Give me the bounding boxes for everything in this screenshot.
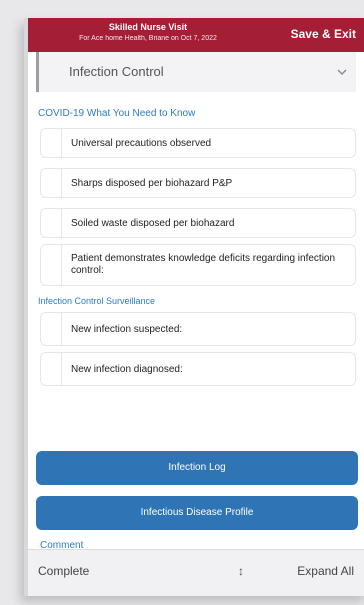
checkbox[interactable] bbox=[41, 129, 62, 157]
surveillance-item-suspected[interactable]: New infection suspected: bbox=[40, 312, 356, 346]
checklist-item-sharps-disposed[interactable]: Sharps disposed per biohazard P&P bbox=[40, 168, 356, 198]
section-header-infection-control[interactable]: Infection Control bbox=[36, 52, 356, 92]
infectious-disease-profile-button[interactable]: Infectious Disease Profile bbox=[36, 496, 358, 530]
checkbox[interactable] bbox=[41, 245, 62, 285]
checkbox-label: New infection diagnosed: bbox=[71, 364, 183, 375]
expand-all-button[interactable]: Expand All bbox=[297, 564, 354, 578]
section-title: Infection Control bbox=[69, 64, 164, 79]
checkbox[interactable] bbox=[41, 353, 62, 385]
surveillance-item-diagnosed[interactable]: New infection diagnosed: bbox=[40, 352, 356, 386]
checkbox-label: Patient demonstrates knowledge deficits … bbox=[71, 253, 336, 276]
select-arrows-icon: ↕ bbox=[238, 564, 244, 578]
covid-info-link[interactable]: COVID-19 What You Need to Know bbox=[38, 108, 195, 119]
surveillance-heading: Infection Control Surveillance bbox=[38, 296, 156, 306]
top-bar: Skilled Nurse Visit For Ace home Health,… bbox=[28, 18, 364, 52]
chevron-down-icon bbox=[337, 69, 347, 75]
device-frame: Skilled Nurse Visit For Ace home Health,… bbox=[24, 18, 364, 596]
checkbox-label: Universal precautions observed bbox=[71, 138, 212, 149]
status-select[interactable]: Complete bbox=[38, 564, 89, 578]
checkbox[interactable] bbox=[41, 209, 62, 237]
save-exit-button[interactable]: Save & Exit bbox=[291, 27, 356, 41]
infection-log-button[interactable]: Infection Log bbox=[36, 451, 358, 485]
checklist-item-soiled-waste[interactable]: Soiled waste disposed per biohazard bbox=[40, 208, 356, 238]
checkbox[interactable] bbox=[41, 169, 62, 197]
page-title: Skilled Nurse Visit bbox=[108, 22, 188, 32]
footer-bar: Complete ↕ Expand All bbox=[28, 549, 364, 596]
checklist-item-universal-precautions[interactable]: Universal precautions observed bbox=[40, 128, 356, 158]
checkbox-label: New infection suspected: bbox=[71, 324, 183, 335]
checkbox-label: Soiled waste disposed per biohazard bbox=[71, 218, 235, 229]
checkbox-label: Sharps disposed per biohazard P&P bbox=[71, 178, 233, 189]
visit-subtitle: For Ace home Health, Briane on Oct 7, 20… bbox=[79, 35, 217, 42]
checklist-item-knowledge-deficits[interactable]: Patient demonstrates knowledge deficits … bbox=[40, 244, 356, 286]
checkbox[interactable] bbox=[41, 313, 62, 345]
